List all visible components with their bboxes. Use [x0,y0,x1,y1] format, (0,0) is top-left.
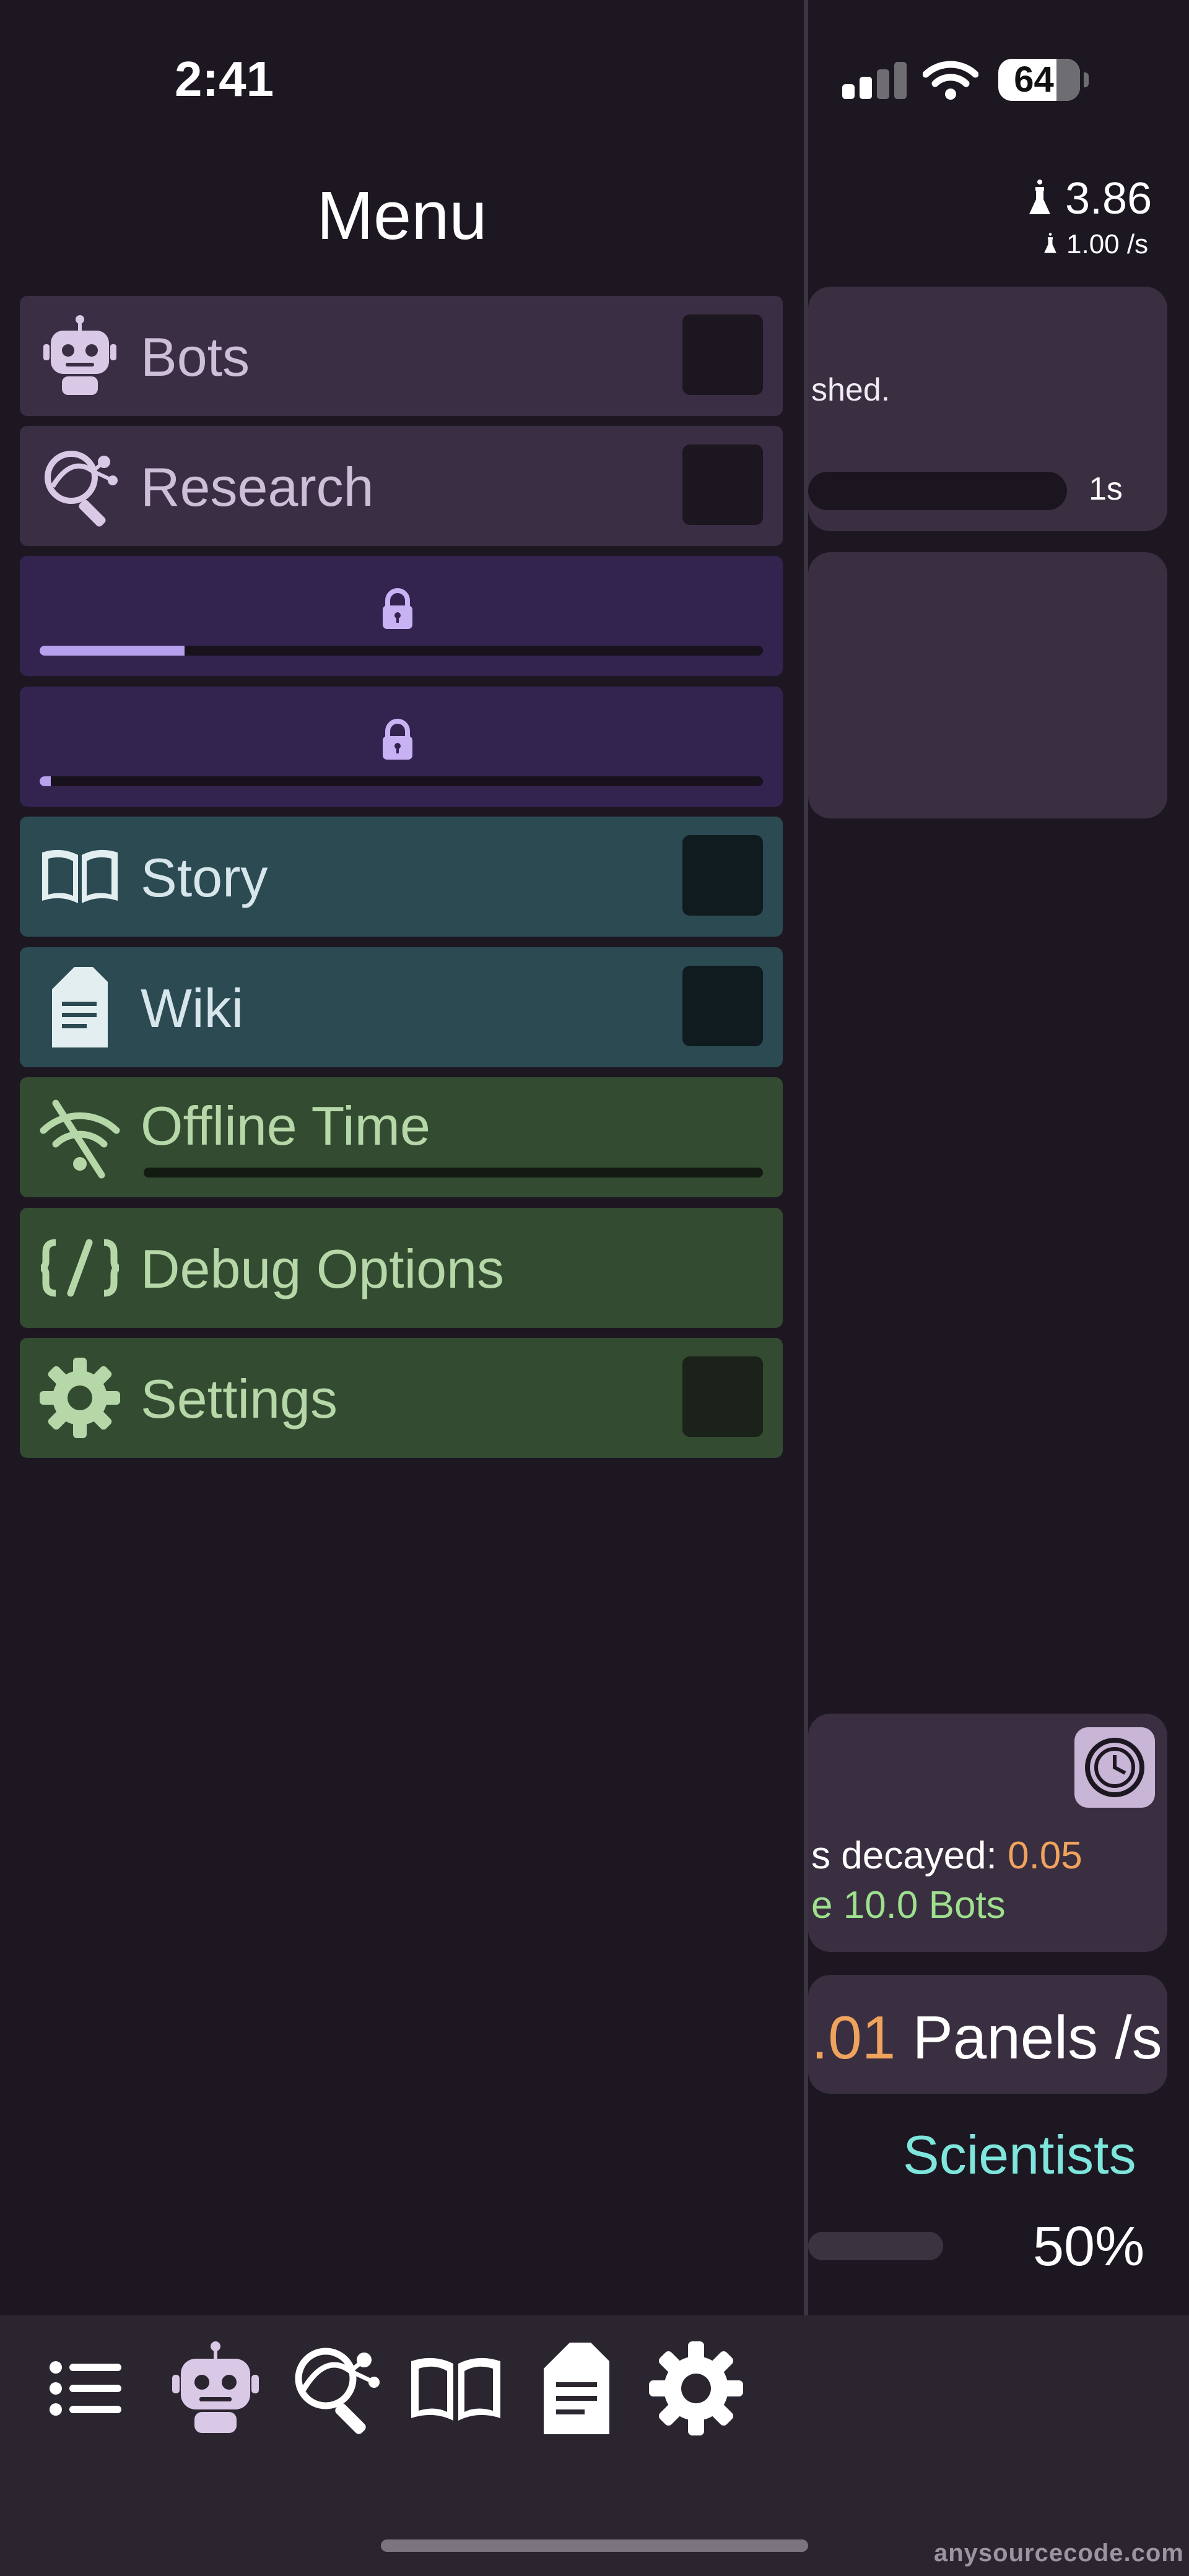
menu-item-bots[interactable]: Bots [20,296,783,416]
menu-title: Menu [316,178,487,254]
scientists-percent: 50% [1033,2216,1145,2278]
menu-item-indicator [682,445,763,525]
resource-amount: 3.86 [1065,174,1152,223]
lock-icon [383,588,412,629]
lock-icon [383,719,412,760]
task-timer: 1s [1089,471,1123,507]
scientists-progress [808,2232,943,2260]
menu-item-locked-1[interactable] [20,556,783,676]
signal-icon [842,62,907,99]
list-icon[interactable] [36,2339,135,2438]
book-icon [42,849,118,903]
code-icon [40,1239,120,1297]
menu-item-settings[interactable]: Settings [20,1338,783,1458]
menu-item-offline-time[interactable]: Offline Time [20,1077,783,1197]
book-icon[interactable] [406,2339,505,2438]
menu-item-label: Bots [141,326,250,388]
wifi-off-icon [40,1099,120,1179]
menu-item-label: Research [141,456,374,518]
menu-item-label: Wiki [141,978,244,1039]
flask-icon [1029,180,1050,214]
menu-item-label: Settings [141,1368,338,1429]
gear-icon [40,1358,120,1438]
decayed-line: s decayed: 0.05 [811,1834,1082,1877]
unlock-progress-fill [40,776,51,786]
home-indicator [381,2539,808,2552]
status-time: 2:41 [175,51,274,106]
menu-item-label: Story [141,847,268,908]
bots-count: e 10.0 Bots [811,1884,1006,1927]
unlock-progress-fill [40,646,185,656]
menu-item-story[interactable]: Story [20,817,783,937]
panels-rate: .01 Panels /s [811,2003,1162,2071]
offline-time-bar [144,1168,763,1177]
menu-item-debug-options[interactable]: Debug Options [20,1208,783,1328]
battery-indicator: 64 [998,59,1089,101]
document-icon[interactable] [526,2339,625,2438]
drawer-divider [804,0,808,2315]
task-progress-bar [808,472,1067,510]
info-card [808,552,1167,818]
menu-item-indicator [682,835,763,916]
document-icon [52,967,108,1047]
task-card-text: shed. [811,372,891,408]
gear-icon [1085,1738,1144,1797]
menu-item-locked-2[interactable] [20,687,783,807]
menu-item-indicator [682,314,763,395]
flask-small-icon [1044,233,1056,253]
menu-item-label: Debug Options [141,1238,505,1299]
research-icon [45,451,118,527]
robot-icon [43,315,116,395]
wifi-icon [923,61,978,100]
unlock-progress-bar [40,776,763,786]
robot-icon[interactable] [166,2339,265,2438]
menu-item-label: Offline Time [141,1095,430,1156]
gear-icon[interactable] [647,2339,746,2438]
menu-item-research[interactable]: Research [20,426,783,546]
watermark: anysourcecode.com [934,2539,1184,2567]
resource-rate: 1.00 /s [1066,229,1149,259]
bot-settings-button[interactable] [1074,1727,1155,1808]
research-icon[interactable] [286,2339,385,2438]
menu-item-wiki[interactable]: Wiki [20,947,783,1067]
scientists-label: Scientists [903,2124,1136,2185]
unlock-progress-bar [40,646,763,656]
menu-item-indicator [682,966,763,1046]
menu-item-indicator [682,1356,763,1437]
